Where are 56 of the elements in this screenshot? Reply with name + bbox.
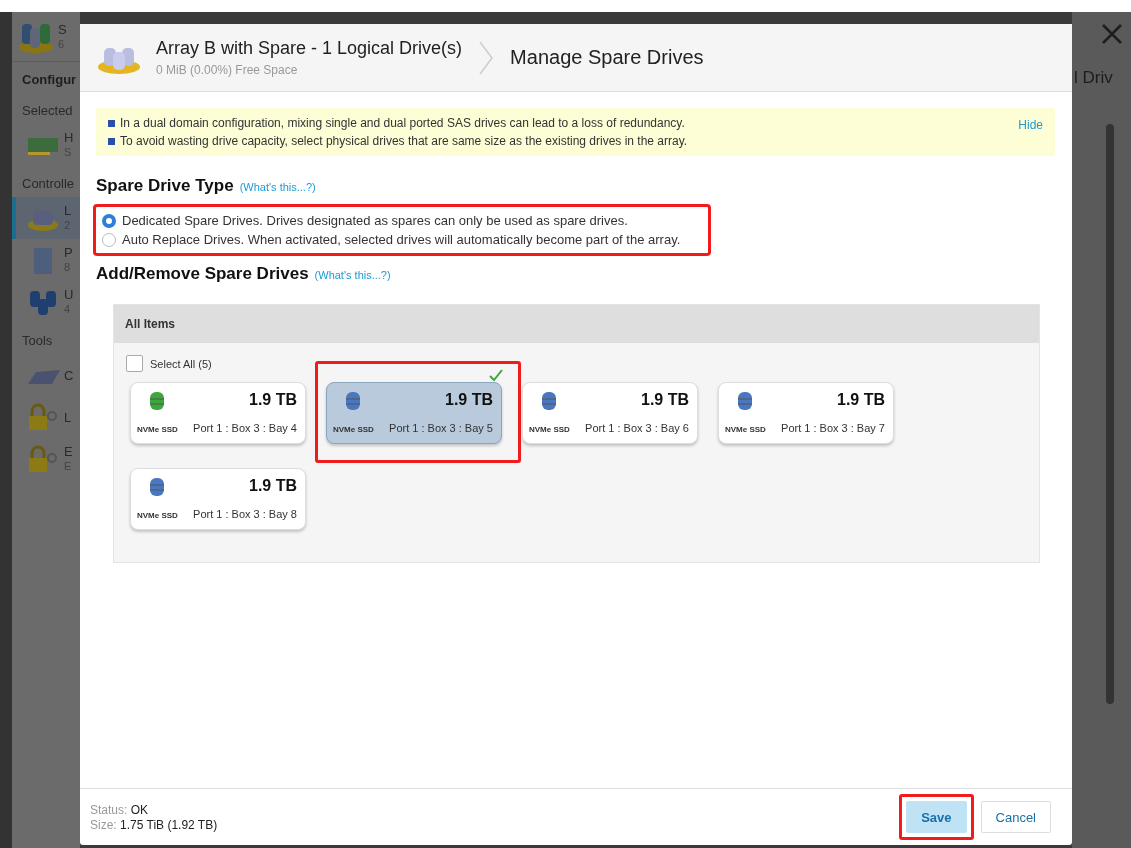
help-link[interactable]: (What's this...?) (314, 269, 391, 281)
status-text: Status: OK (90, 802, 150, 817)
panel-title: All Items (114, 305, 1039, 343)
section-title: Add/Remove Spare Drives (96, 264, 309, 284)
close-icon (1100, 22, 1124, 46)
drive-location: Port 1 : Box 3 : Bay 8 (192, 508, 297, 522)
hide-link[interactable]: Hide (1018, 118, 1043, 148)
drive-size: 1.9 TB (248, 391, 297, 410)
sidebar-item[interactable]: C (12, 354, 80, 396)
checkbox[interactable] (126, 355, 143, 372)
drive-card[interactable]: 1.9 TB NVMe SSD Port 1 : Box 3 : Bay 7 (718, 382, 894, 444)
bullet-icon (108, 119, 115, 127)
scrollbar[interactable] (1106, 124, 1114, 704)
bullet-icon (108, 137, 115, 145)
drive-location: Port 1 : Box 3 : Bay 6 (584, 422, 689, 436)
drive-size: 1.9 TB (836, 391, 885, 410)
radio-option[interactable]: Dedicated Spare Drives. Drives designated as spares can only be used as spare drives. (102, 213, 681, 228)
step-title: Manage Spare Drives (510, 46, 704, 69)
drive-location: Port 1 : Box 3 : Bay 5 (388, 422, 493, 436)
lock-keys-icon (26, 444, 60, 474)
drive-type: NVMe SSD (137, 511, 178, 522)
drive-card[interactable]: 1.9 TB NVMe SSD Port 1 : Box 3 : Bay 4 (130, 382, 306, 444)
drive-location: Port 1 : Box 3 : Bay 4 (192, 422, 297, 436)
drive-type: NVMe SSD (725, 425, 766, 436)
dialog-title: Array B with Spare - 1 Logical Drive(s) (156, 38, 463, 59)
section-title: Spare Drive Type (96, 176, 234, 196)
notice-text: To avoid wasting drive capacity, select physical drives that are same size as the existing drives in the array. (120, 134, 688, 148)
drive-type: NVMe SSD (333, 425, 374, 436)
drive-location: Port 1 : Box 3 : Bay 7 (780, 422, 885, 436)
section-heading: Tools (21, 332, 54, 350)
save-button[interactable]: Save (906, 801, 967, 833)
notice-text: In a dual domain configuration, mixing single and dual ported SAS drives can lead to a loss of redundancy. (120, 116, 685, 130)
drive-size: 1.9 TB (640, 391, 689, 410)
sidebar-title: S (58, 21, 67, 37)
checkmark-icon (488, 368, 504, 382)
cancel-button[interactable]: Cancel (980, 801, 1051, 833)
drive-size: 1.9 TB (444, 391, 493, 410)
drive-card[interactable]: 1.9 TB NVMe SSD Port 1 : Box 3 : Bay 5 (326, 382, 502, 444)
section-heading: Selected (21, 102, 74, 120)
lock-keys-icon (26, 402, 60, 432)
help-link[interactable]: (What's this...?) (239, 181, 316, 193)
drive-type: NVMe SSD (529, 425, 570, 436)
free-space-text: 0 MiB (0.00%) Free Space (156, 63, 299, 77)
drive-type: NVMe SSD (137, 425, 178, 436)
radio-button[interactable] (102, 213, 116, 228)
status-text: Size: 1.75 TiB (1.92 TB) (90, 817, 218, 832)
sidebar-item[interactable]: L (12, 396, 80, 438)
section-heading: Controlle (21, 175, 76, 193)
radio-option[interactable]: Auto Replace Drives. When activated, selected drives will automatically become part of the array. (102, 232, 681, 247)
drive-card[interactable]: 1.9 TB NVMe SSD Port 1 : Box 3 : Bay 8 (130, 468, 306, 530)
drive-card[interactable]: 1.9 TB NVMe SSD Port 1 : Box 3 : Bay 6 (522, 382, 698, 444)
select-all-checkbox[interactable]: Select All (5) (126, 355, 1039, 372)
drive-size: 1.9 TB (248, 477, 297, 496)
close-button[interactable] (1100, 22, 1124, 46)
radio-button[interactable] (102, 232, 116, 247)
section-heading: Configur (21, 71, 78, 89)
